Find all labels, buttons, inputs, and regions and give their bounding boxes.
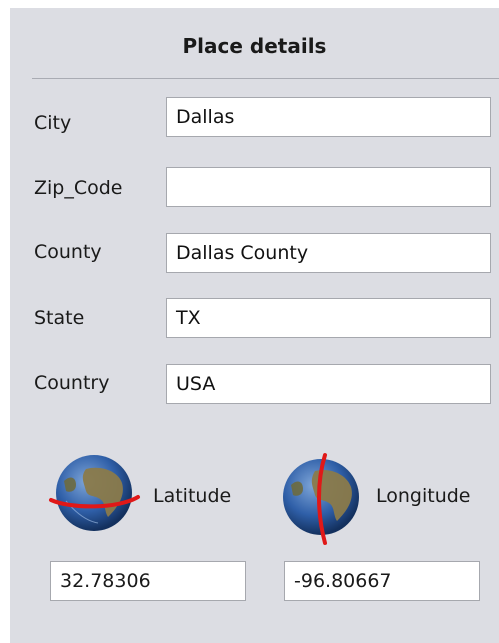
longitude-field[interactable]: -96.80667 [284, 561, 480, 601]
latitude-field[interactable]: 32.78306 [50, 561, 246, 601]
place-details-panel: Place details City Dallas Zip_Code Count… [10, 8, 499, 643]
latitude-label: Latitude [153, 485, 232, 507]
city-label: City [34, 112, 72, 134]
country-label: Country [34, 372, 110, 394]
title-divider [32, 78, 499, 79]
country-field[interactable]: USA [166, 364, 491, 404]
state-label: State [34, 307, 85, 329]
zip-code-label: Zip_Code [34, 177, 123, 199]
state-field[interactable]: TX [166, 298, 491, 338]
longitude-label: Longitude [376, 485, 471, 507]
globe-latitude-icon [49, 455, 140, 531]
city-field[interactable]: Dallas [166, 97, 491, 137]
county-label: County [34, 241, 102, 263]
globe-longitude-icon [283, 453, 359, 545]
panel-title: Place details [182, 34, 327, 58]
zip-code-field[interactable] [166, 167, 491, 207]
county-field[interactable]: Dallas County [166, 233, 491, 273]
